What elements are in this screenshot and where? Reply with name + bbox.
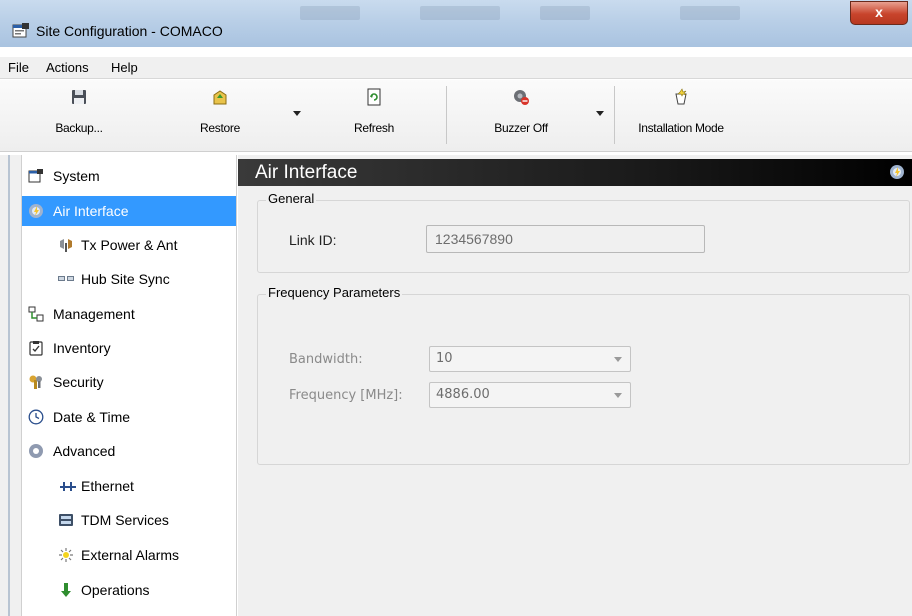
menu-bar: File Actions Help bbox=[0, 57, 912, 79]
sidebar-item-advanced[interactable]: Advanced bbox=[22, 436, 236, 466]
sidebar-item-external-alarms[interactable]: External Alarms bbox=[22, 540, 236, 570]
buzzer-dropdown-arrow[interactable] bbox=[596, 111, 604, 116]
sidebar-item-system[interactable]: System bbox=[22, 161, 236, 191]
menu-actions[interactable]: Actions bbox=[46, 60, 89, 75]
sidebar-item-label: Inventory bbox=[53, 340, 111, 356]
background-window-text bbox=[680, 6, 740, 20]
close-button[interactable]: x bbox=[850, 1, 908, 25]
sidebar-item-label: Ethernet bbox=[81, 478, 134, 494]
restore-label: Restore bbox=[200, 121, 240, 135]
backup-button[interactable]: Backup... bbox=[44, 80, 114, 150]
backup-label: Backup... bbox=[55, 121, 103, 135]
toolbar-separator bbox=[614, 86, 615, 144]
bandwidth-select[interactable]: 10 bbox=[429, 346, 631, 372]
sidebar-item-date-time[interactable]: Date & Time bbox=[22, 402, 236, 432]
gear-icon bbox=[29, 444, 43, 458]
installation-mode-button[interactable]: Installation Mode bbox=[626, 80, 736, 150]
window-left-border bbox=[0, 155, 21, 616]
sidebar-item-label: TDM Services bbox=[81, 512, 169, 528]
border-line bbox=[8, 155, 10, 616]
window-title: Site Configuration - COMACO bbox=[36, 23, 223, 39]
refresh-icon bbox=[367, 88, 381, 106]
sidebar-item-security[interactable]: Security bbox=[22, 367, 236, 397]
sidebar: System Air Interface Tx Power & Ant Hub … bbox=[21, 155, 237, 616]
section-header: Air Interface bbox=[238, 159, 912, 186]
frequency-label: Frequency [MHz]: bbox=[289, 388, 403, 403]
link-id-field[interactable]: 1234567890 bbox=[426, 225, 705, 253]
sidebar-item-air-interface[interactable]: Air Interface bbox=[22, 196, 236, 226]
link-id-label: Link ID: bbox=[289, 232, 337, 248]
frequency-parameters-group: Frequency Parameters Bandwidth: 10 Frequ… bbox=[257, 285, 910, 465]
sidebar-item-label: Advanced bbox=[53, 443, 116, 459]
toolbar-separator bbox=[446, 86, 447, 144]
frequency-select[interactable]: 4886.00 bbox=[429, 382, 631, 408]
sidebar-item-ethernet[interactable]: Ethernet bbox=[22, 471, 236, 501]
app-icon bbox=[12, 23, 29, 38]
general-group: General Link ID: 1234567890 bbox=[257, 191, 910, 273]
page-title: Air Interface bbox=[255, 162, 358, 183]
refresh-label: Refresh bbox=[354, 121, 394, 135]
bandwidth-label: Bandwidth: bbox=[289, 352, 363, 367]
chevron-down-icon bbox=[614, 393, 622, 398]
main-content: Air Interface General Link ID: 123456789… bbox=[238, 155, 912, 616]
security-icon bbox=[29, 375, 42, 389]
air-interface-icon bbox=[29, 204, 43, 218]
management-icon bbox=[28, 306, 44, 322]
restore-icon bbox=[213, 90, 227, 105]
chevron-down-icon bbox=[614, 357, 622, 362]
sidebar-item-hub-site-sync[interactable]: Hub Site Sync bbox=[22, 264, 236, 294]
tdm-icon bbox=[59, 514, 73, 526]
sync-icon bbox=[58, 276, 74, 281]
menu-file[interactable]: File bbox=[8, 60, 29, 75]
general-group-title: General bbox=[266, 191, 317, 206]
installation-mode-icon bbox=[675, 88, 687, 105]
system-icon bbox=[28, 169, 43, 183]
background-window-text bbox=[540, 6, 590, 20]
title-bar: Site Configuration - COMACO x bbox=[0, 0, 912, 47]
bandwidth-value: 10 bbox=[436, 351, 453, 366]
buzzer-off-icon bbox=[514, 90, 529, 105]
sidebar-item-label: Tx Power & Ant bbox=[81, 237, 178, 253]
air-interface-icon bbox=[890, 165, 904, 179]
frequency-value: 4886.00 bbox=[436, 387, 490, 402]
frequency-group-title: Frequency Parameters bbox=[266, 285, 403, 300]
sidebar-item-label: Operations bbox=[81, 582, 150, 598]
buzzer-off-button[interactable]: Buzzer Off bbox=[480, 80, 562, 150]
sidebar-item-tdm-services[interactable]: TDM Services bbox=[22, 505, 236, 535]
sidebar-item-label: Security bbox=[53, 374, 104, 390]
sidebar-item-inventory[interactable]: Inventory bbox=[22, 333, 236, 363]
sidebar-item-operations[interactable]: Operations bbox=[22, 575, 236, 605]
background-window-text bbox=[420, 6, 500, 20]
clock-icon bbox=[28, 409, 44, 425]
background-window-text bbox=[300, 6, 360, 20]
operations-icon bbox=[61, 583, 71, 597]
antenna-icon bbox=[60, 239, 72, 252]
ethernet-icon bbox=[60, 482, 76, 491]
buzzer-off-label: Buzzer Off bbox=[494, 121, 548, 135]
sidebar-item-label: Date & Time bbox=[53, 409, 131, 425]
sidebar-item-management[interactable]: Management bbox=[22, 299, 236, 329]
restore-dropdown-arrow[interactable] bbox=[293, 111, 301, 116]
sidebar-item-tx-power[interactable]: Tx Power & Ant bbox=[22, 230, 236, 260]
installation-mode-label: Installation Mode bbox=[638, 121, 724, 135]
sidebar-item-label: Management bbox=[53, 306, 135, 322]
alarm-icon bbox=[59, 548, 73, 562]
refresh-button[interactable]: Refresh bbox=[338, 80, 410, 150]
inventory-icon bbox=[29, 341, 43, 356]
restore-button[interactable]: Restore bbox=[186, 80, 254, 150]
sidebar-item-label: External Alarms bbox=[81, 547, 180, 563]
menu-help[interactable]: Help bbox=[111, 60, 138, 75]
sidebar-item-label: Hub Site Sync bbox=[81, 271, 170, 287]
toolbar: Backup... Restore Refresh Buzzer Off Ins… bbox=[0, 80, 912, 152]
sidebar-item-label: Air Interface bbox=[53, 203, 129, 219]
sidebar-item-label: System bbox=[53, 168, 100, 184]
floppy-disk-icon bbox=[72, 90, 86, 104]
